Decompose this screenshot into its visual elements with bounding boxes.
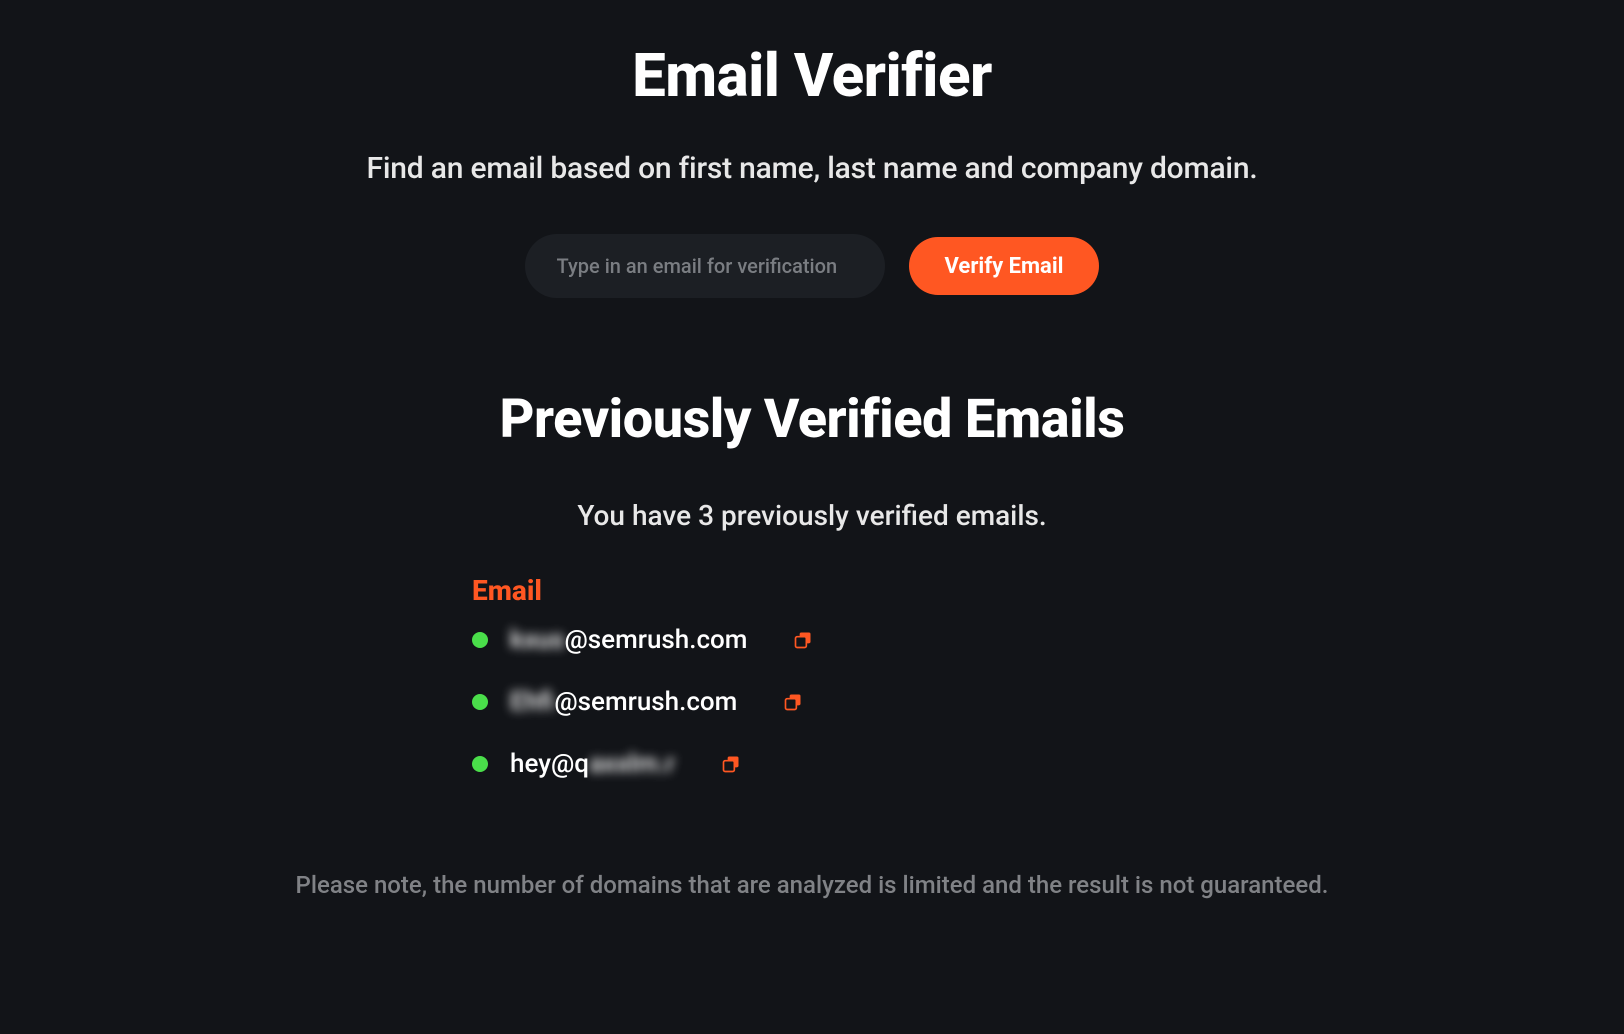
email-input[interactable]: [525, 234, 885, 298]
email-prefix: hey@q: [510, 749, 589, 779]
email-row: kxus@semrush.com: [472, 625, 1152, 655]
page-subtitle: Find an email based on first name, last …: [367, 151, 1258, 186]
previous-title: Previously Verified Emails: [500, 388, 1125, 451]
page-title: Email Verifier: [632, 40, 992, 111]
emails-list: Email kxus@semrush.com Ehfi@semrush.com: [472, 574, 1152, 811]
status-dot-icon: [472, 632, 488, 648]
status-dot-icon: [472, 694, 488, 710]
previous-subtitle: You have 3 previously verified emails.: [577, 499, 1046, 532]
email-text: Ehfi@semrush.com: [510, 687, 737, 717]
verify-form: Verify Email: [525, 234, 1100, 298]
copy-icon[interactable]: [721, 754, 741, 774]
email-suffix: @semrush.com: [564, 625, 747, 655]
footer-note: Please note, the number of domains that …: [296, 871, 1329, 899]
email-row: Ehfi@semrush.com: [472, 687, 1152, 717]
verify-button[interactable]: Verify Email: [909, 237, 1100, 295]
email-suffix: @semrush.com: [554, 687, 737, 717]
email-prefix-blurred: Ehfi: [510, 687, 554, 717]
email-suffix-blurred: axxlm.r: [589, 749, 675, 779]
copy-icon[interactable]: [793, 630, 813, 650]
email-row: hey@qaxxlm.r: [472, 749, 1152, 779]
email-column-header: Email: [472, 574, 1152, 607]
email-prefix-blurred: kxus: [510, 625, 564, 655]
copy-icon[interactable]: [783, 692, 803, 712]
status-dot-icon: [472, 756, 488, 772]
email-text: kxus@semrush.com: [510, 625, 747, 655]
email-text: hey@qaxxlm.r: [510, 749, 675, 779]
